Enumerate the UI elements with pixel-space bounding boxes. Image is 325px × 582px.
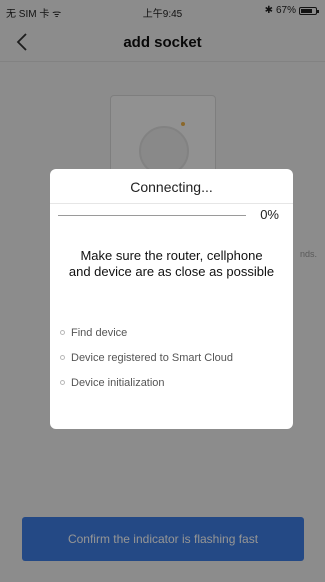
step-bullet-icon bbox=[60, 330, 65, 335]
connection-steps: Find device Device registered to Smart C… bbox=[60, 320, 283, 395]
step-bullet-icon bbox=[60, 355, 65, 360]
dialog-divider bbox=[50, 203, 293, 204]
dialog-message: Make sure the router, cellphone and devi… bbox=[68, 248, 275, 279]
progress-percent: 0% bbox=[260, 207, 279, 222]
step-label: Device registered to Smart Cloud bbox=[71, 351, 234, 364]
step-item: Device registered to Smart Cloud bbox=[60, 345, 283, 370]
progress-bar bbox=[58, 215, 246, 216]
step-bullet-icon bbox=[60, 380, 65, 385]
step-item: Find device bbox=[60, 320, 283, 345]
step-label: Find device bbox=[71, 326, 128, 339]
connecting-dialog: Connecting... 0% Make sure the router, c… bbox=[50, 169, 293, 429]
step-label: Device initialization bbox=[71, 376, 165, 389]
step-item: Device initialization bbox=[60, 370, 283, 395]
dialog-title: Connecting... bbox=[130, 179, 213, 195]
